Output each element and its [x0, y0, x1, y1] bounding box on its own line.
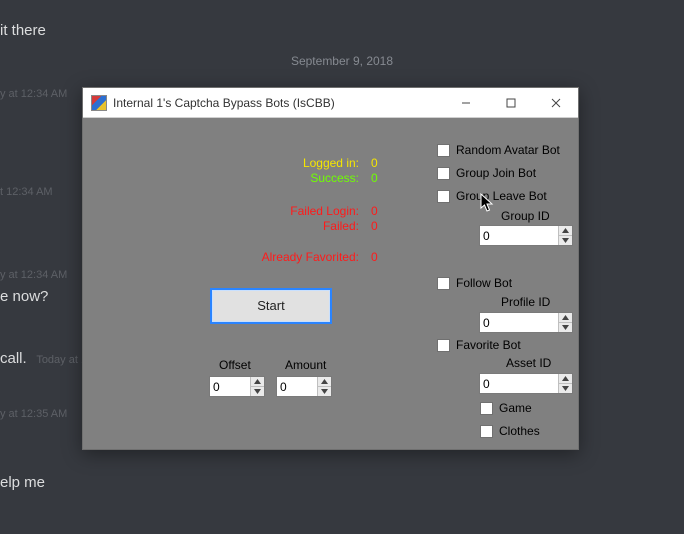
group-id-up-icon[interactable] — [559, 226, 572, 236]
clothes-label: Clothes — [499, 424, 540, 438]
asset-id-input[interactable] — [480, 374, 558, 393]
checkbox-icon — [437, 144, 450, 157]
failed-login-label: Failed Login: — [201, 204, 371, 219]
profile-id-up-icon[interactable] — [559, 313, 572, 323]
success-value: 0 — [371, 171, 391, 186]
clothes-checkbox[interactable]: Clothes — [480, 424, 540, 438]
chat-timestamp: y at 12:34 AM — [0, 88, 67, 100]
random-avatar-checkbox[interactable]: Random Avatar Bot — [437, 143, 560, 157]
chat-text: call. — [0, 350, 27, 367]
checkbox-icon — [437, 167, 450, 180]
checkbox-icon — [480, 425, 493, 438]
client-area: Logged in: 0 Success: 0 Failed Login: 0 … — [83, 118, 578, 449]
already-favorited-value: 0 — [371, 250, 391, 265]
asset-id-label: Asset ID — [506, 356, 551, 370]
group-leave-label: Group Leave Bot — [456, 189, 547, 203]
profile-id-input[interactable] — [480, 313, 558, 332]
maximize-button[interactable] — [488, 88, 533, 117]
chat-text: elp me — [0, 474, 45, 491]
chat-text: e now? — [0, 288, 48, 305]
offset-stepper[interactable] — [209, 376, 265, 397]
window-title: Internal 1's Captcha Bypass Bots (IsCBB) — [113, 96, 443, 110]
minimize-button[interactable] — [443, 88, 488, 117]
offset-label: Offset — [219, 358, 251, 372]
random-avatar-label: Random Avatar Bot — [456, 143, 560, 157]
checkbox-icon — [437, 190, 450, 203]
checkbox-icon — [480, 402, 493, 415]
asset-id-up-icon[interactable] — [559, 374, 572, 384]
failed-value: 0 — [371, 219, 391, 234]
chat-timestamp: Today at 1 — [36, 354, 87, 366]
game-label: Game — [499, 401, 532, 415]
logged-in-label: Logged in: — [201, 156, 371, 171]
favorite-label: Favorite Bot — [456, 338, 521, 352]
asset-id-stepper[interactable] — [479, 373, 573, 394]
group-id-input[interactable] — [480, 226, 558, 245]
failed-login-value: 0 — [371, 204, 391, 219]
already-favorited-label: Already Favorited: — [201, 250, 371, 265]
chat-timestamp: y at 12:34 AM — [0, 269, 67, 281]
favorite-checkbox[interactable]: Favorite Bot — [437, 338, 521, 352]
asset-id-down-icon[interactable] — [559, 384, 572, 393]
stats-block: Logged in: 0 Success: 0 Failed Login: 0 … — [201, 156, 401, 265]
group-leave-checkbox[interactable]: Group Leave Bot — [437, 189, 547, 203]
chat-timestamp: t 12:34 AM — [0, 186, 53, 198]
chat-text: it there — [0, 22, 46, 39]
profile-id-stepper[interactable] — [479, 312, 573, 333]
amount-up-icon[interactable] — [318, 377, 331, 387]
amount-down-icon[interactable] — [318, 387, 331, 396]
offset-down-icon[interactable] — [251, 387, 264, 396]
follow-checkbox[interactable]: Follow Bot — [437, 276, 512, 290]
amount-label: Amount — [285, 358, 326, 372]
group-join-label: Group Join Bot — [456, 166, 536, 180]
start-button[interactable]: Start — [210, 288, 332, 324]
failed-label: Failed: — [201, 219, 371, 234]
profile-id-down-icon[interactable] — [559, 323, 572, 332]
app-icon — [91, 95, 107, 111]
chat-timestamp: y at 12:35 AM — [0, 408, 67, 420]
logged-in-value: 0 — [371, 156, 391, 171]
checkbox-icon — [437, 277, 450, 290]
profile-id-label: Profile ID — [501, 295, 550, 309]
close-button[interactable] — [533, 88, 578, 117]
app-window: Internal 1's Captcha Bypass Bots (IsCBB)… — [82, 87, 579, 450]
group-id-down-icon[interactable] — [559, 236, 572, 245]
date-divider: September 9, 2018 — [0, 54, 684, 68]
amount-input[interactable] — [277, 377, 317, 396]
checkbox-icon — [437, 339, 450, 352]
group-id-stepper[interactable] — [479, 225, 573, 246]
success-label: Success: — [201, 171, 371, 186]
titlebar[interactable]: Internal 1's Captcha Bypass Bots (IsCBB) — [83, 88, 578, 118]
group-id-label: Group ID — [501, 209, 550, 223]
game-checkbox[interactable]: Game — [480, 401, 532, 415]
offset-input[interactable] — [210, 377, 250, 396]
offset-up-icon[interactable] — [251, 377, 264, 387]
amount-stepper[interactable] — [276, 376, 332, 397]
group-join-checkbox[interactable]: Group Join Bot — [437, 166, 536, 180]
follow-label: Follow Bot — [456, 276, 512, 290]
